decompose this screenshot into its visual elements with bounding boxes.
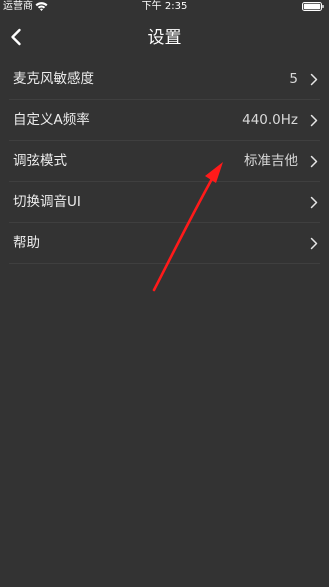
setting-label: 麦克风敏感度 xyxy=(13,71,94,87)
page-title: 设置 xyxy=(147,28,182,48)
setting-label: 切换调音UI xyxy=(13,194,81,210)
setting-value: 440.0Hz xyxy=(242,112,298,128)
setting-help[interactable]: 帮助 xyxy=(9,223,320,264)
chevron-right-icon xyxy=(310,114,318,127)
chevron-right-icon xyxy=(310,196,318,209)
chevron-right-icon xyxy=(310,73,318,86)
navigation-bar: 设置 xyxy=(0,18,329,58)
chevron-right-icon xyxy=(310,155,318,168)
setting-a-frequency[interactable]: 自定义A频率 440.0Hz xyxy=(9,100,320,141)
battery-icon xyxy=(302,2,324,11)
chevron-right-icon xyxy=(310,237,318,250)
settings-list: 麦克风敏感度 5 自定义A频率 440.0Hz 调弦模式 标准吉他 切换调音UI… xyxy=(0,59,329,264)
setting-tuning-mode[interactable]: 调弦模式 标准吉他 xyxy=(9,141,320,182)
status-bar: 运营商 下午 2:35 xyxy=(0,0,329,14)
status-time: 下午 2:35 xyxy=(141,1,188,12)
setting-value: 5 xyxy=(289,71,298,87)
setting-label: 调弦模式 xyxy=(13,153,67,169)
setting-value: 标准吉他 xyxy=(244,153,298,169)
setting-label: 自定义A频率 xyxy=(13,112,90,128)
setting-label: 帮助 xyxy=(13,235,40,251)
setting-switch-tuner-ui[interactable]: 切换调音UI xyxy=(9,182,320,223)
setting-mic-sensitivity[interactable]: 麦克风敏感度 5 xyxy=(9,59,320,100)
